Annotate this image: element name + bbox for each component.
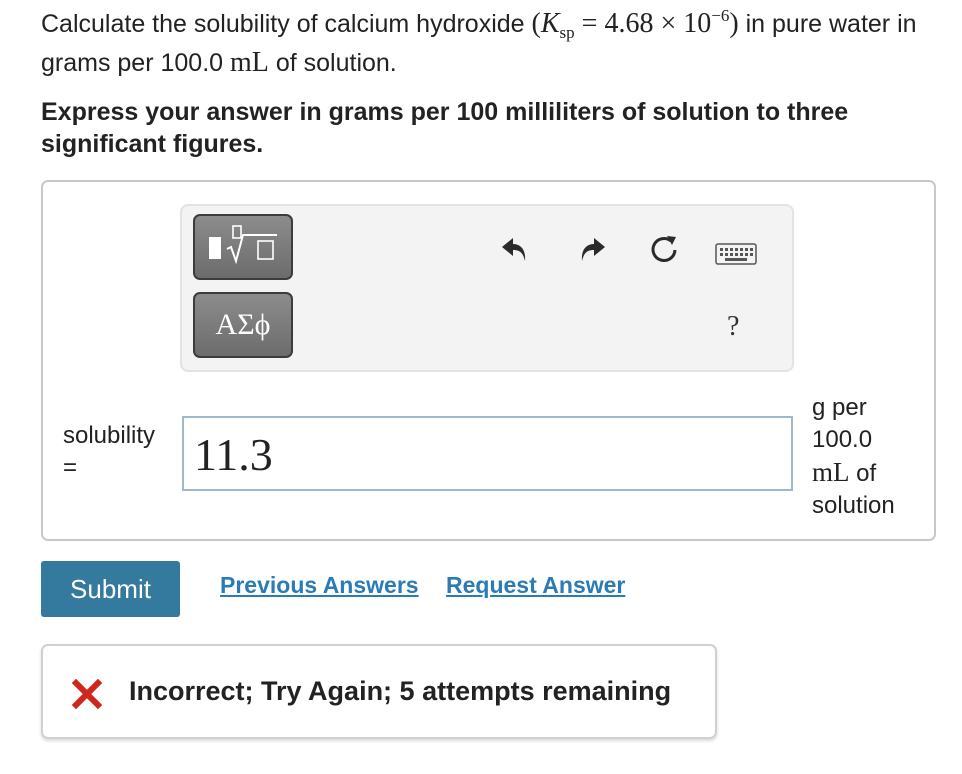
unit-line-3: mL of bbox=[812, 456, 932, 490]
unit-line-1: g per bbox=[812, 394, 867, 421]
previous-answers-link[interactable]: Previous Answers bbox=[220, 572, 419, 599]
request-answer-link[interactable]: Request Answer bbox=[446, 572, 625, 599]
submit-button[interactable]: Submit bbox=[41, 561, 180, 617]
fraction-sqrt-icon bbox=[203, 223, 283, 272]
unit-line-4: solution bbox=[812, 492, 895, 519]
redo-icon[interactable] bbox=[578, 234, 608, 264]
incorrect-x-icon bbox=[71, 678, 103, 714]
ksp-exponent: −6 bbox=[711, 6, 730, 25]
ksp-subscript: sp bbox=[559, 23, 575, 42]
question-part-3: of solution. bbox=[268, 49, 397, 77]
ksp-equals: = 4.68 × 10 bbox=[574, 8, 712, 39]
question-part-1: Calculate the solubility of calcium hydr… bbox=[41, 10, 532, 38]
answer-label-name: solubility bbox=[63, 422, 156, 449]
greek-symbols-button[interactable]: ΑΣϕ bbox=[193, 292, 293, 358]
answer-label: solubility = bbox=[63, 420, 173, 484]
ksp-symbol: K bbox=[540, 8, 560, 39]
question-text: Calculate the solubility of calcium hydr… bbox=[41, 6, 941, 81]
undo-icon[interactable] bbox=[499, 234, 529, 264]
unit-ml: mL bbox=[812, 457, 850, 487]
feedback-message: Incorrect; Try Again; 5 attempts remaini… bbox=[129, 676, 672, 706]
templates-button[interactable] bbox=[193, 214, 293, 280]
feedback-box: Incorrect; Try Again; 5 attempts remaini… bbox=[41, 644, 717, 739]
reset-icon[interactable] bbox=[647, 233, 681, 267]
unit-line-2: 100.0 bbox=[812, 426, 873, 453]
instruction-text: Express your answer in grams per 100 mil… bbox=[41, 98, 849, 158]
help-button[interactable]: ? bbox=[727, 311, 739, 343]
ksp-expression: (Ksp = 4.68 × 10−6) bbox=[531, 6, 739, 42]
keyboard-icon[interactable] bbox=[715, 242, 757, 266]
unit-of: of bbox=[849, 460, 877, 487]
math-toolbar: ΑΣϕ ? bbox=[180, 204, 794, 372]
answer-input[interactable]: 11.3 bbox=[182, 416, 793, 491]
answer-label-equals: = bbox=[63, 454, 78, 481]
answer-unit: g per 100.0 mL of solution bbox=[812, 392, 932, 522]
ml-unit: mL bbox=[230, 47, 269, 78]
